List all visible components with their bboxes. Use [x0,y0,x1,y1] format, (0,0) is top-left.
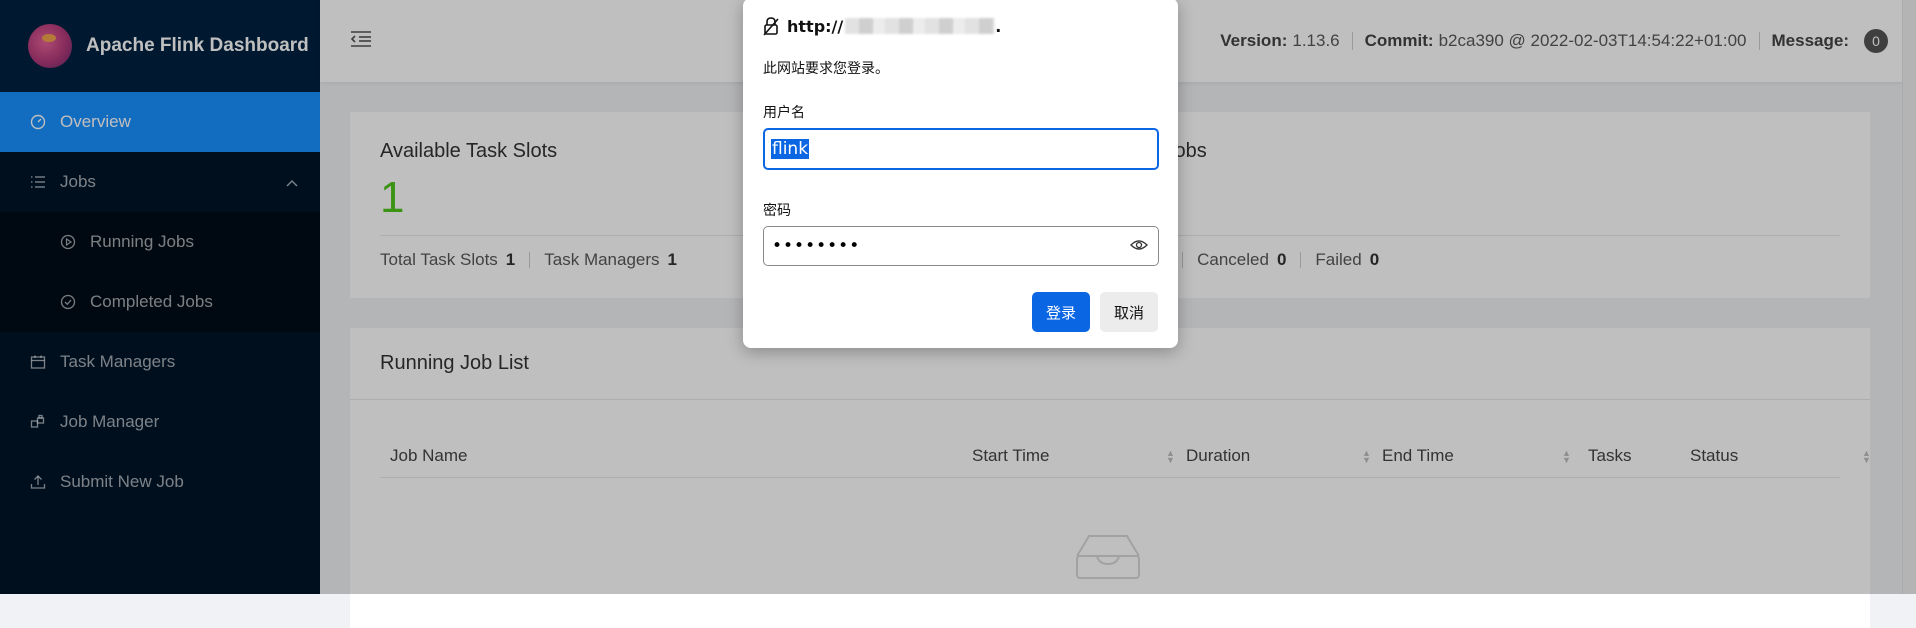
site-url-suffix: . [995,16,1002,36]
login-button[interactable]: 登录 [1031,292,1090,332]
blurred-host [845,18,996,34]
password-field[interactable]: •••••••• [763,226,1159,266]
insecure-lock-icon [763,16,779,36]
show-password-eye-icon[interactable] [1130,236,1148,256]
username-value: flink [771,139,810,159]
dialog-site: http:// . [763,16,1158,36]
dialog-message: 此网站要求您登录。 [763,61,889,77]
username-field[interactable]: flink [763,128,1159,170]
dialog-buttons: 登录 取消 [763,292,1158,332]
cancel-button[interactable]: 取消 [1099,292,1158,332]
username-label: 用户名 [763,105,805,121]
site-url-prefix: http:// [787,16,844,36]
password-label: 密码 [763,203,791,219]
http-auth-dialog: http:// . 此网站要求您登录。 用户名 flink 密码 •••••••… [743,0,1178,348]
password-mask: •••••••• [772,236,861,256]
